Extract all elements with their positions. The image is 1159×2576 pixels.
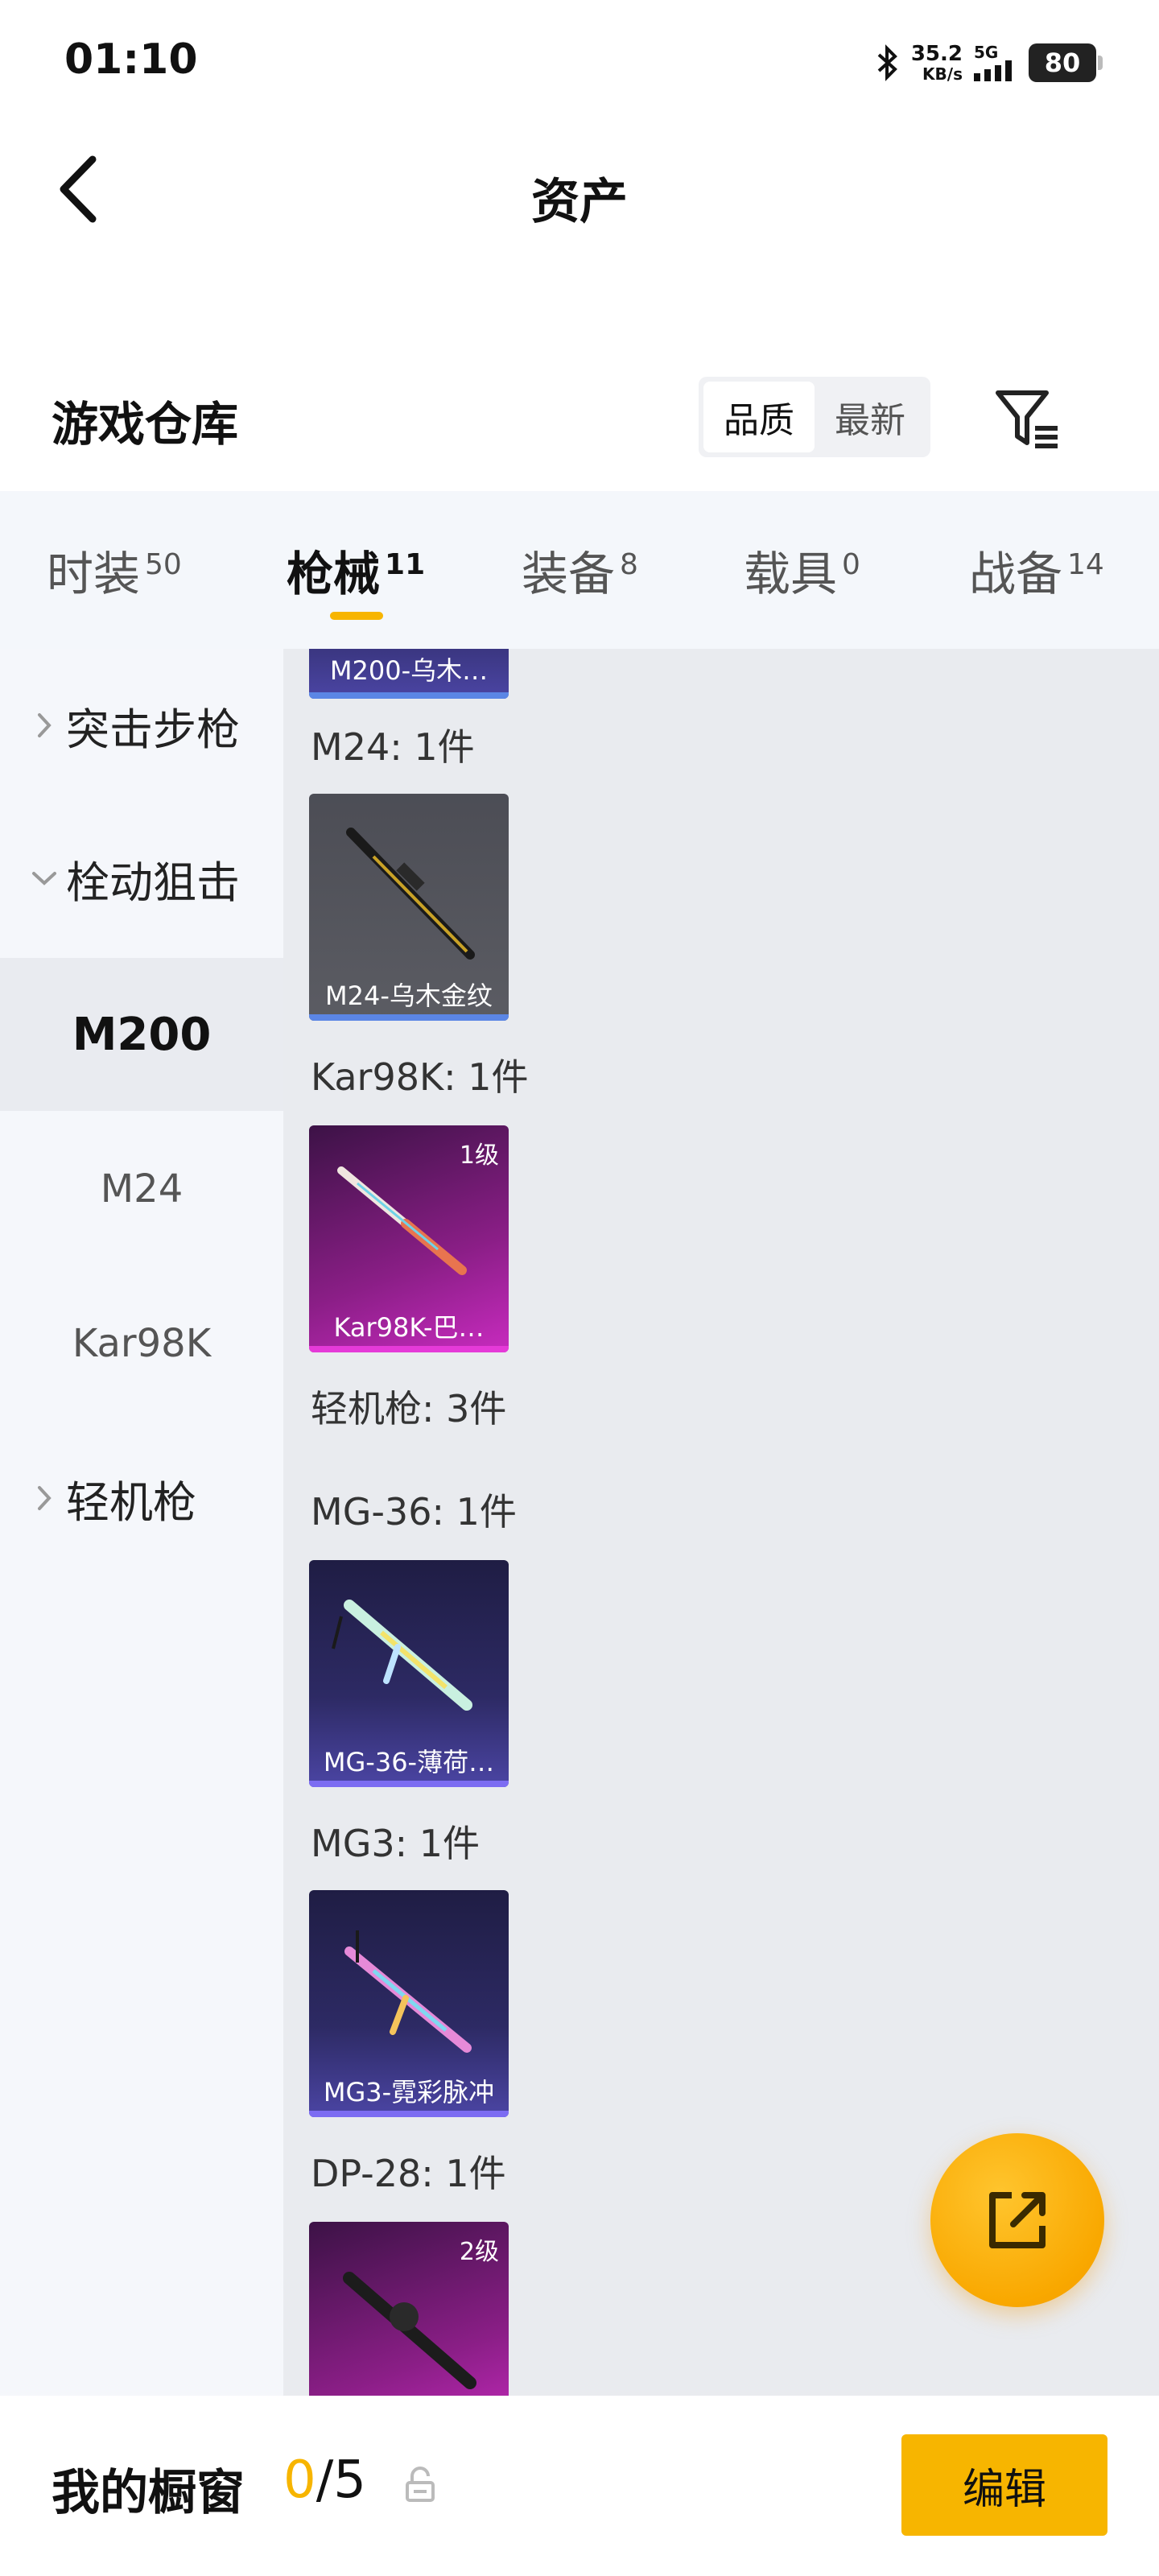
weapon-level-badge: 2级 — [459, 2238, 499, 2266]
rarity-bar — [309, 2111, 509, 2117]
tab-label: 战备 — [969, 547, 1063, 601]
status-indicators: 35.2 KB/s 5G 80 — [876, 39, 1103, 87]
tab-firearms[interactable]: 枪械 11 — [287, 536, 425, 604]
sidebar-group-label: 突击步枪 — [66, 704, 240, 755]
sidebar-group-lmg[interactable]: 轻机枪 — [0, 1422, 283, 1575]
tab-count: 14 — [1067, 547, 1104, 581]
signal-indicator: 5G — [974, 44, 1017, 81]
sidebar-group-label: 栓动狙击 — [66, 857, 240, 908]
showcase-count: 0/5 — [283, 2450, 366, 2510]
signal-bars-icon — [974, 60, 1012, 81]
weapon-card-m200[interactable]: M200-乌木… — [309, 649, 509, 699]
share-button[interactable] — [930, 2133, 1104, 2307]
tab-equipment[interactable]: 装备 8 — [522, 536, 638, 604]
tab-supplies[interactable]: 战备 14 — [969, 536, 1104, 604]
chevron-right-icon — [29, 1484, 60, 1512]
weapon-card-name: MG-36-薄荷… — [323, 1747, 495, 1777]
sidebar-group-assault-rifles[interactable]: 突击步枪 — [0, 649, 283, 802]
tab-count: 8 — [620, 547, 638, 581]
rarity-bar — [309, 1014, 509, 1021]
chevron-down-icon — [29, 870, 60, 886]
showcase-label: 我的橱窗 — [52, 2465, 245, 2521]
rarity-bar — [309, 1781, 509, 1787]
bluetooth-icon — [876, 43, 900, 82]
weapon-card-name: MG3-霓彩脉冲 — [323, 2077, 495, 2107]
tab-vehicles[interactable]: 载具 0 — [744, 536, 860, 604]
weapon-card-dp28[interactable]: 2级 — [309, 2222, 509, 2396]
chevron-right-icon — [29, 712, 60, 739]
active-tab-indicator — [330, 612, 383, 620]
filter-button[interactable] — [987, 378, 1067, 459]
tab-label: 载具 — [744, 547, 838, 601]
weapon-category-sidebar: 突击步枪 栓动狙击 M200 M24 Kar98K 轻机枪 — [0, 649, 283, 2396]
filter-icon — [996, 390, 1058, 448]
showcase-bar: 我的橱窗 0/5 编辑 — [0, 2396, 1159, 2576]
status-bar: 01:10 35.2 KB/s 5G 80 — [0, 0, 1159, 121]
rarity-bar — [309, 1346, 509, 1352]
share-icon — [989, 2192, 1046, 2248]
showcase-current-count: 0 — [283, 2450, 316, 2510]
tab-label: 时装 — [47, 547, 141, 601]
tab-label: 装备 — [522, 547, 616, 601]
weapon-card-name: Kar98K-巴… — [333, 1312, 485, 1343]
weapon-card-m24[interactable]: M24-乌木金纹 — [309, 794, 509, 1021]
tab-label: 枪械 — [287, 547, 381, 601]
network-speed-unit: KB/s — [922, 64, 963, 84]
network-speed-value: 35.2 — [910, 42, 963, 66]
weapon-card-name: M24-乌木金纹 — [325, 980, 493, 1011]
showcase-total-count: /5 — [316, 2450, 366, 2510]
rarity-bar — [309, 692, 509, 699]
battery-indicator: 80 — [1029, 43, 1103, 82]
section-title: 游戏仓库 — [52, 397, 239, 452]
weapon-card-name: M200-乌木… — [329, 655, 489, 686]
tab-count: 50 — [145, 547, 182, 581]
edit-button[interactable]: 编辑 — [901, 2434, 1107, 2536]
status-time: 01:10 — [64, 35, 198, 84]
weapon-card-mg3[interactable]: MG3-霓彩脉冲 — [309, 1890, 509, 2117]
sort-option-quality[interactable]: 品质 — [703, 382, 815, 452]
nav-header: 资产 — [0, 121, 1159, 266]
weapon-card-mg36[interactable]: MG-36-薄荷… — [309, 1560, 509, 1787]
sidebar-item-m200[interactable]: M200 — [0, 958, 283, 1111]
group-label-lmg: 轻机枪: 3件 — [311, 1387, 507, 1430]
tab-count: 0 — [842, 547, 860, 581]
sort-toggle: 品质 最新 — [699, 377, 930, 457]
sidebar-group-label: 轻机枪 — [66, 1476, 196, 1528]
page-title: 资产 — [531, 174, 628, 230]
group-label-m24: M24: 1件 — [311, 725, 475, 769]
tab-fashion[interactable]: 时装 50 — [47, 536, 182, 604]
sidebar-group-bolt-action[interactable]: 栓动狙击 — [0, 802, 283, 955]
tab-count: 11 — [385, 547, 426, 581]
group-label-dp28: DP-28: 1件 — [311, 2152, 506, 2195]
group-label-kar98k: Kar98K: 1件 — [311, 1055, 529, 1099]
lock-icon — [406, 2467, 435, 2502]
group-label-mg3: MG3: 1件 — [311, 1822, 480, 1865]
sidebar-item-m24[interactable]: M24 — [0, 1113, 283, 1265]
network-type: 5G — [974, 43, 999, 62]
weapon-level-badge: 1级 — [459, 1141, 499, 1170]
sidebar-item-kar98k[interactable]: Kar98K — [0, 1267, 283, 1420]
group-label-mg36: MG-36: 1件 — [311, 1490, 517, 1534]
section-header: 游戏仓库 品质 最新 — [0, 346, 1159, 491]
network-speed: 35.2 KB/s — [911, 43, 963, 82]
sort-option-newest[interactable]: 最新 — [815, 382, 926, 452]
weapon-card-kar98k[interactable]: 1级 Kar98K-巴… — [309, 1125, 509, 1352]
category-tabs: 时装 50 枪械 11 装备 8 载具 0 战备 14 — [0, 491, 1159, 649]
